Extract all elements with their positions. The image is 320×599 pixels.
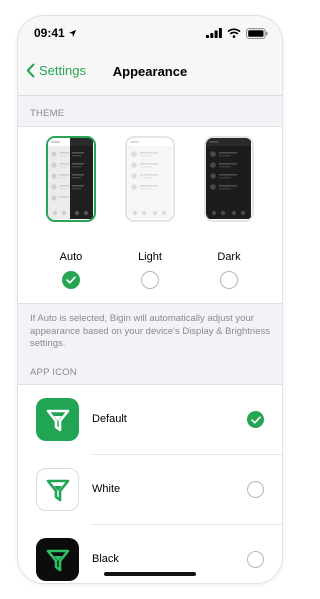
theme-label-dark: Dark [217, 251, 241, 263]
app-icon-label-black: Black [92, 553, 119, 565]
theme-radio-auto-selected[interactable] [62, 271, 80, 289]
checkmark-icon [250, 415, 261, 424]
theme-option-light[interactable]: Light [115, 127, 185, 305]
location-arrow-icon [68, 29, 76, 37]
app-icon-radio-white[interactable] [247, 481, 264, 498]
theme-description: If Auto is selected, Bigin will automati… [30, 313, 270, 349]
status-icons [206, 27, 268, 39]
wifi-icon [227, 28, 241, 38]
app-icon-options-card: Default White Black [18, 384, 282, 583]
checkmark-icon [66, 276, 76, 284]
app-icon-radio-black[interactable] [247, 551, 264, 568]
page-title: Appearance [112, 64, 188, 79]
theme-radio-dark[interactable] [220, 271, 238, 289]
bigin-black-app-icon [36, 538, 79, 581]
theme-label-auto: Auto [59, 251, 83, 263]
app-icon-row-white[interactable]: White [18, 455, 282, 525]
theme-option-auto[interactable]: Auto [36, 127, 106, 305]
theme-radio-light[interactable] [141, 271, 159, 289]
light-theme-preview [125, 136, 175, 222]
home-indicator[interactable] [104, 572, 196, 576]
status-time-text: 09:41 [34, 26, 65, 40]
signal-icon [206, 28, 222, 38]
bigin-white-app-icon [36, 468, 79, 511]
auto-theme-preview [46, 136, 96, 222]
navigation-bar: Settings Appearance [18, 50, 282, 96]
app-icon-label-white: White [92, 483, 121, 495]
status-time: 09:41 [34, 26, 77, 40]
bigin-default-app-icon [36, 398, 79, 441]
app-icon-radio-default-selected[interactable] [247, 411, 264, 428]
phone-screen: 09:41 Settings Appearance THEME Auto Lig… [18, 16, 282, 583]
app-icon-label-default: Default [92, 413, 127, 425]
app-icon-row-default[interactable]: Default [18, 385, 282, 455]
theme-section-header: THEME [30, 108, 65, 119]
app-icon-section-header: APP ICON [30, 367, 77, 378]
dark-theme-preview [204, 136, 254, 222]
theme-option-dark[interactable]: Dark [194, 127, 264, 305]
status-bar: 09:41 [18, 16, 282, 50]
theme-label-light: Light [138, 251, 162, 263]
theme-options-card: Auto Light Dark [18, 126, 282, 304]
battery-icon [246, 27, 268, 39]
